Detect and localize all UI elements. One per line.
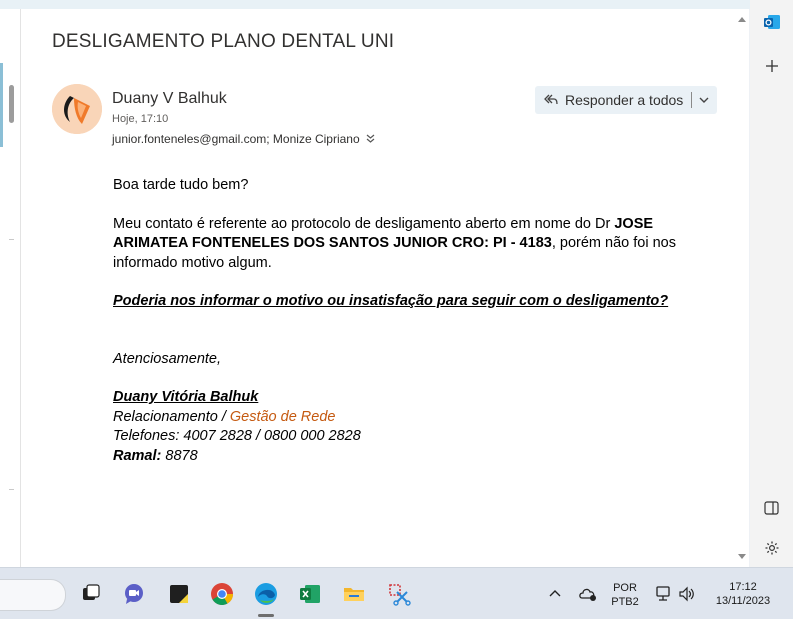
greeting: Boa tarde tudo bem?: [113, 177, 249, 193]
cloud-sync-icon: [579, 588, 596, 601]
reply-all-label: Responder a todos: [565, 92, 684, 108]
volume-button[interactable]: [674, 581, 700, 607]
reply-all-icon: [544, 94, 558, 105]
settings-button[interactable]: [760, 536, 783, 559]
chat-app-button[interactable]: [121, 581, 147, 607]
chevron-down-icon[interactable]: [698, 94, 710, 106]
snipping-tool-icon: [389, 584, 411, 606]
outlook-app-icon[interactable]: [760, 10, 783, 33]
network-icon: [656, 586, 670, 601]
role-text: Relacionamento /: [113, 408, 230, 425]
plus-icon: [765, 59, 778, 72]
clock-date: 13/11/2023: [715, 595, 771, 607]
active-app-indicator: [258, 614, 274, 617]
task-view-icon: [83, 584, 100, 600]
edge-icon: [255, 583, 277, 605]
signature-role: Relacionamento / Gestão de Rede: [113, 408, 723, 428]
chrome-icon: [211, 583, 233, 605]
signature-ramal: Ramal: 8878: [113, 447, 723, 467]
side-pane-button[interactable]: [760, 496, 783, 519]
taskbar-search[interactable]: [0, 579, 66, 611]
scroll-down-arrow[interactable]: [738, 554, 746, 559]
company-logo-icon: [52, 84, 102, 134]
clock[interactable]: 17:12 13/11/2023: [708, 580, 778, 608]
reading-scrollbar[interactable]: [735, 9, 748, 567]
chrome-button[interactable]: [209, 581, 235, 607]
input-language[interactable]: POR PTB2: [606, 581, 644, 609]
sent-time: Hoje, 17:10: [112, 113, 169, 125]
keyboard-layout: PTB2: [611, 596, 639, 608]
sticky-notes-icon: [170, 585, 188, 603]
language-code: POR: [613, 582, 637, 594]
right-rail: [750, 0, 793, 567]
question-line: Poderia nos informar o motivo ou insatis…: [113, 293, 669, 309]
scroll-up-arrow[interactable]: [738, 17, 746, 22]
edge-button[interactable]: [253, 581, 279, 607]
message-list-edge: [0, 9, 21, 567]
ramal-value: 8878: [161, 447, 198, 464]
p1-text: Meu contato é referente ao protocolo de …: [113, 215, 615, 232]
outlook-icon: [763, 14, 780, 29]
role-dept: Gestão de Rede: [229, 408, 336, 425]
selected-indicator: [0, 63, 3, 147]
taskbar: POR PTB2 17:12 13/11/2023: [0, 567, 793, 619]
speaker-icon: [679, 586, 694, 602]
ramal-label: Ramal:: [113, 447, 162, 464]
excel-icon: [300, 585, 320, 603]
file-explorer-button[interactable]: [341, 581, 367, 607]
side-pane-icon: [764, 500, 779, 515]
email-subject: DESLIGAMENTO PLANO DENTAL UNI: [52, 31, 395, 52]
task-view-button[interactable]: [78, 581, 104, 607]
recipients-line[interactable]: junior.fonteneles@gmail.com; Monize Cipr…: [112, 132, 375, 146]
recipients-text: junior.fonteneles@gmail.com; Monize Cipr…: [112, 132, 360, 146]
reply-divider: [691, 92, 693, 108]
gear-icon: [765, 541, 778, 554]
sticky-notes-button[interactable]: [166, 581, 192, 607]
sender-avatar[interactable]: [52, 84, 102, 134]
chevron-up-icon: [549, 590, 561, 597]
list-tick: [9, 239, 14, 240]
list-scrollbar-thumb[interactable]: [9, 85, 14, 123]
signature-phones: Telefones: 4007 2828 / 0800 000 2828: [113, 428, 361, 444]
sender-name[interactable]: Duany V Balhuk: [112, 90, 227, 108]
clock-time: 17:12: [729, 581, 757, 593]
body-paragraph: Meu contato é referente ao protocolo de …: [113, 215, 723, 274]
network-button[interactable]: [650, 581, 676, 607]
snipping-tool-button[interactable]: [386, 581, 412, 607]
folder-icon: [344, 588, 364, 601]
show-hidden-icons-button[interactable]: [542, 581, 568, 607]
list-tick: [9, 489, 14, 490]
onedrive-status-button[interactable]: [575, 581, 601, 607]
excel-button[interactable]: [297, 581, 323, 607]
reply-all-button[interactable]: Responder a todos: [535, 86, 717, 114]
closing: Atenciosamente,: [113, 350, 222, 367]
top-strip: [0, 0, 750, 9]
expand-recipients-icon[interactable]: [366, 134, 375, 144]
email-body: Boa tarde tudo bem? Meu contato é refere…: [113, 176, 723, 466]
signature-name: Duany Vitória Balhuk: [113, 389, 259, 405]
add-app-button[interactable]: [760, 54, 783, 77]
chat-icon: [125, 584, 143, 604]
